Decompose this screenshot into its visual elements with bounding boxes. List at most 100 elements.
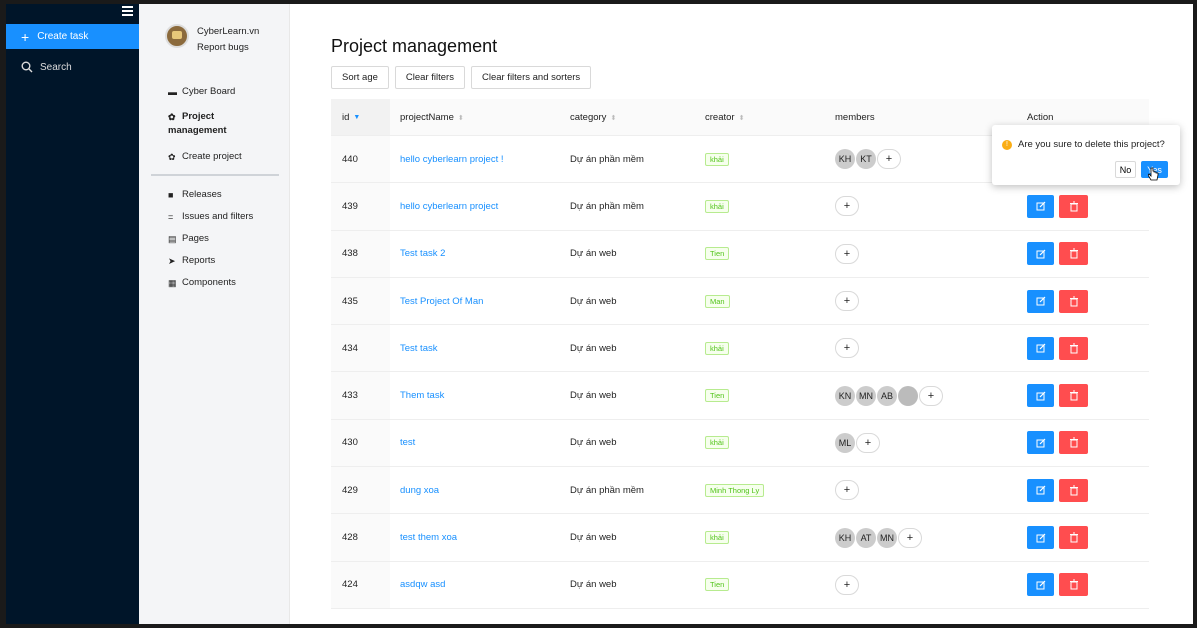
add-member-button[interactable]: + (835, 243, 859, 264)
add-member-button[interactable]: + (919, 385, 943, 406)
sidebar-divider (151, 174, 279, 176)
member-avatar[interactable]: KT (856, 149, 876, 170)
add-member-button[interactable]: + (835, 291, 859, 312)
delete-button[interactable] (1059, 478, 1088, 502)
add-member-button[interactable]: + (835, 196, 859, 217)
cell-action (1027, 242, 1149, 266)
menu-icon[interactable] (119, 6, 133, 18)
add-member-button[interactable]: + (877, 149, 901, 170)
cell-action (1027, 194, 1149, 218)
sidebar-item-pages[interactable]: ▤ Pages (168, 233, 209, 245)
trash-icon (1069, 485, 1078, 496)
edit-button[interactable] (1027, 384, 1054, 408)
project-name-link[interactable]: test (400, 437, 415, 448)
delete-button[interactable] (1059, 242, 1088, 266)
project-name-link[interactable]: hello cyberlearn project ! (400, 154, 504, 165)
cell-category: Dự án web (570, 579, 617, 591)
search-button[interactable]: Search (21, 61, 72, 73)
table-row: 439 hello cyberlearn project Dự án phần mề… (331, 183, 1149, 231)
clear-filters-sorters-button[interactable]: Clear filters and sorters (470, 66, 592, 89)
sort-icon[interactable]: ⬍ (739, 115, 745, 122)
edit-button[interactable] (1027, 289, 1054, 313)
cell-id: 439 (331, 183, 390, 230)
member-avatar[interactable]: ... (898, 385, 918, 406)
column-header-category[interactable]: category ⬍ (570, 112, 705, 123)
sidebar-item-label: Reports (182, 255, 216, 266)
project-name-link[interactable]: Test task 2 (400, 248, 445, 259)
edit-button[interactable] (1027, 526, 1054, 550)
project-name-link[interactable]: Them task (400, 390, 444, 401)
column-header-name[interactable]: projectName ⬍ (390, 112, 570, 123)
sidebar-item-cyber-board[interactable]: ▬ Cyber Board (168, 86, 235, 98)
sidebar-item-issues[interactable]: = Issues and filters (168, 211, 253, 223)
sidebar-item-project-management[interactable]: ✿ Project management (168, 111, 227, 136)
project-name-link[interactable]: hello cyberlearn project (400, 201, 498, 212)
cell-members: ML + (835, 432, 1027, 453)
project-name-link[interactable]: Test Project Of Man (400, 296, 483, 307)
member-avatar[interactable]: ML (835, 432, 855, 453)
edit-button[interactable] (1027, 573, 1054, 597)
cell-members: + (835, 196, 1027, 217)
cell-id: 430 (331, 419, 390, 467)
sidebar-item-releases[interactable]: ■ Releases (168, 189, 222, 201)
header-label: category (570, 111, 607, 123)
member-avatar[interactable]: MN (856, 385, 876, 406)
edit-button[interactable] (1027, 478, 1054, 502)
edit-button[interactable] (1027, 336, 1054, 360)
cell-action (1027, 384, 1149, 408)
sidebar-item-label: Project (182, 111, 215, 122)
edit-icon (1036, 202, 1045, 211)
sort-icon[interactable]: ⬍ (610, 115, 616, 122)
cell-action (1027, 526, 1149, 550)
sidebar-item-label: Releases (182, 189, 222, 200)
popconfirm-no-button[interactable]: No (1115, 161, 1136, 178)
delete-button[interactable] (1059, 431, 1088, 455)
sidebar-item-create-project[interactable]: ✿ Create project (168, 151, 242, 163)
member-avatar[interactable]: MN (877, 527, 897, 548)
header-label: creator (705, 111, 735, 123)
project-name-link[interactable]: asdqw asd (400, 579, 445, 590)
brand-sub: Report bugs (197, 42, 249, 53)
member-avatar[interactable]: KN (835, 385, 855, 406)
project-name-link[interactable]: test them xoa (400, 532, 457, 543)
brand: CyberLearn.vn Report bugs (165, 24, 259, 56)
sidebar-item-components[interactable]: ▦ Components (168, 277, 236, 289)
sort-icon[interactable]: ▼ (353, 114, 360, 121)
project-name-link[interactable]: dung xoa (400, 485, 439, 496)
cell-category: Dự án phần mềm (570, 200, 644, 212)
member-avatar[interactable]: AT (856, 527, 876, 548)
sidebar-item-label: Cyber Board (182, 86, 236, 97)
delete-button[interactable] (1059, 336, 1088, 360)
table-row: 433 Them task Dự án web Tien KN MN AB... + (331, 372, 1149, 420)
edit-button[interactable] (1027, 194, 1054, 218)
delete-button[interactable] (1059, 573, 1088, 597)
delete-button[interactable] (1059, 289, 1088, 313)
delete-button[interactable] (1059, 384, 1088, 408)
main-content: Project management Sort age Clear filter… (290, 4, 1193, 624)
sidebar-item-reports[interactable]: ➤ Reports (168, 255, 215, 267)
add-member-button[interactable]: + (835, 338, 859, 359)
member-avatar[interactable]: KH (835, 527, 855, 548)
column-header-creator[interactable]: creator ⬍ (705, 112, 835, 123)
sort-age-button[interactable]: Sort age (331, 66, 389, 89)
project-name-link[interactable]: Test task (400, 343, 438, 354)
add-member-button[interactable]: + (856, 432, 880, 453)
sort-icon[interactable]: ⬍ (458, 115, 464, 122)
member-avatar[interactable]: KH (835, 149, 855, 170)
clear-filters-button[interactable]: Clear filters (394, 66, 465, 89)
delete-button[interactable] (1059, 194, 1088, 218)
add-member-button[interactable]: + (898, 527, 922, 548)
plus-icon: + (21, 28, 30, 45)
delete-button[interactable] (1059, 526, 1088, 550)
edit-button[interactable] (1027, 431, 1054, 455)
column-header-members: members (835, 112, 1027, 123)
cell-id: 440 (331, 136, 390, 183)
member-avatar[interactable]: AB (877, 385, 897, 406)
header-label: id (342, 111, 350, 123)
creator-tag: Minh Thong Ly (705, 483, 765, 497)
column-header-id[interactable]: id ▼ (331, 99, 390, 135)
add-member-button[interactable]: + (835, 480, 859, 501)
edit-button[interactable] (1027, 242, 1054, 266)
add-member-button[interactable]: + (835, 574, 859, 595)
create-task-button[interactable]: + Create task (6, 24, 139, 49)
